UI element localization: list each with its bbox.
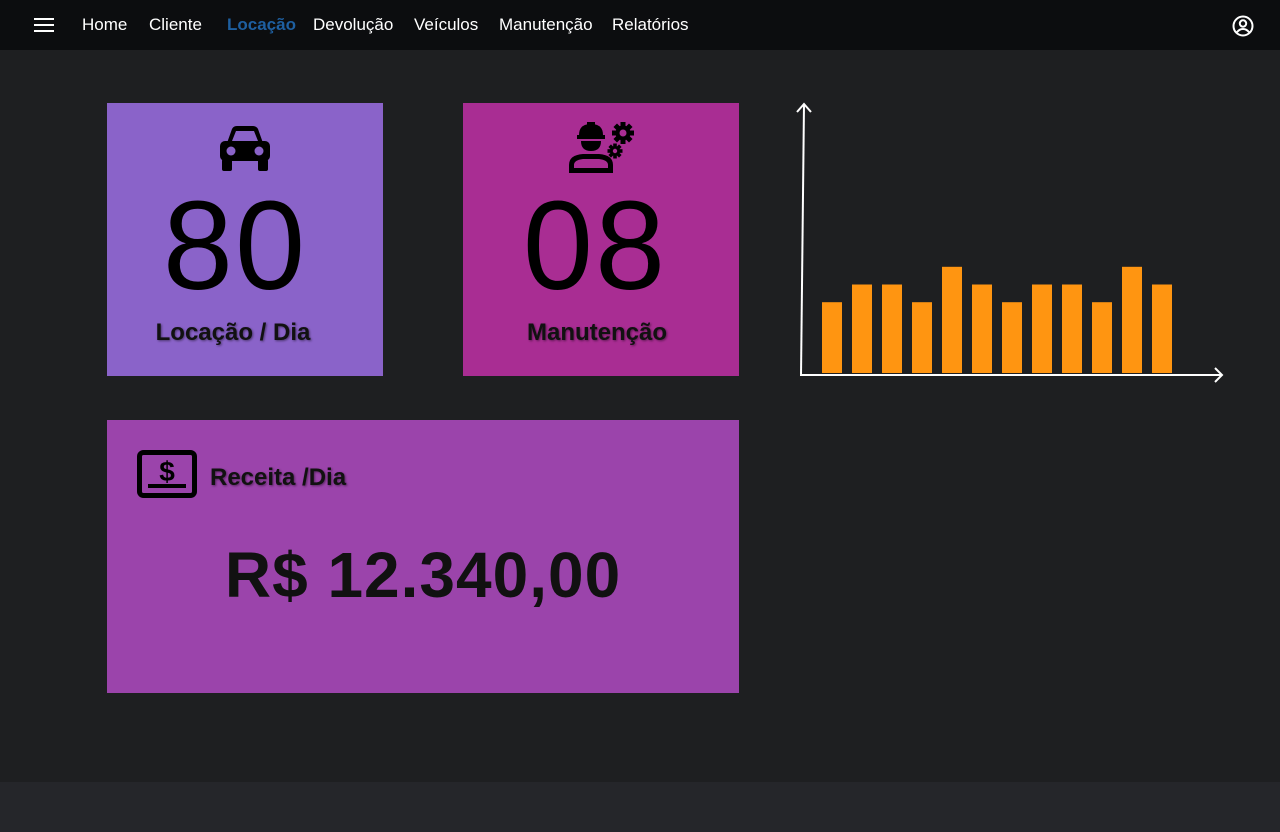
rentals-bar-chart: [790, 96, 1230, 386]
nav-item-veiculos[interactable]: Veículos: [414, 15, 478, 35]
rentals-label: Locação / Dia: [155, 319, 311, 346]
nav-item-manutencao[interactable]: Manutenção: [499, 15, 593, 35]
chart-bar: [942, 266, 962, 373]
chart-bar: [1062, 284, 1082, 373]
nav-item-cliente[interactable]: Cliente: [149, 15, 202, 35]
chart-bar: [972, 284, 992, 373]
rentals-count: 80: [162, 175, 308, 316]
y-axis: [800, 103, 805, 377]
maintenance-count: 08: [522, 175, 668, 316]
nav-item-locacao[interactable]: Locação: [227, 15, 296, 35]
dollar-bill-icon: $: [137, 450, 197, 498]
revenue-amount: R$ 12.340,00: [224, 539, 622, 611]
top-navigation-bar: Home Cliente Locação Devolução Veículos …: [0, 0, 1280, 50]
hamburger-menu-icon[interactable]: [34, 16, 54, 34]
chart-bar: [1032, 284, 1052, 373]
rentals-per-day-card[interactable]: 80 Locação / Dia: [107, 103, 383, 376]
maintenance-label: Manutenção: [526, 319, 667, 346]
chart-bar: [1122, 266, 1142, 373]
chart-bar: [822, 302, 842, 373]
revenue-card[interactable]: $ Receita /Dia R$ 12.340,00: [107, 420, 739, 693]
nav-item-devolucao[interactable]: Devolução: [313, 15, 393, 35]
chart-bar: [912, 302, 932, 373]
revenue-title: Receita /Dia: [210, 464, 347, 491]
nav-item-relatorios[interactable]: Relatórios: [612, 15, 689, 35]
chart-bar: [1092, 302, 1112, 373]
svg-text:$: $: [159, 456, 175, 487]
footer-bar: [0, 782, 1280, 832]
chart-bar: [1002, 302, 1022, 373]
account-circle-icon[interactable]: [1231, 14, 1255, 38]
chart-canvas: [796, 102, 1224, 383]
car-icon: [217, 123, 273, 173]
mechanic-gears-icon: [567, 119, 639, 175]
chart-bar: [852, 284, 872, 373]
chart-bar: [1152, 284, 1172, 373]
maintenance-card[interactable]: 08 Manutenção: [463, 103, 739, 376]
chart-bar: [882, 284, 902, 373]
nav-item-home[interactable]: Home: [82, 15, 127, 35]
